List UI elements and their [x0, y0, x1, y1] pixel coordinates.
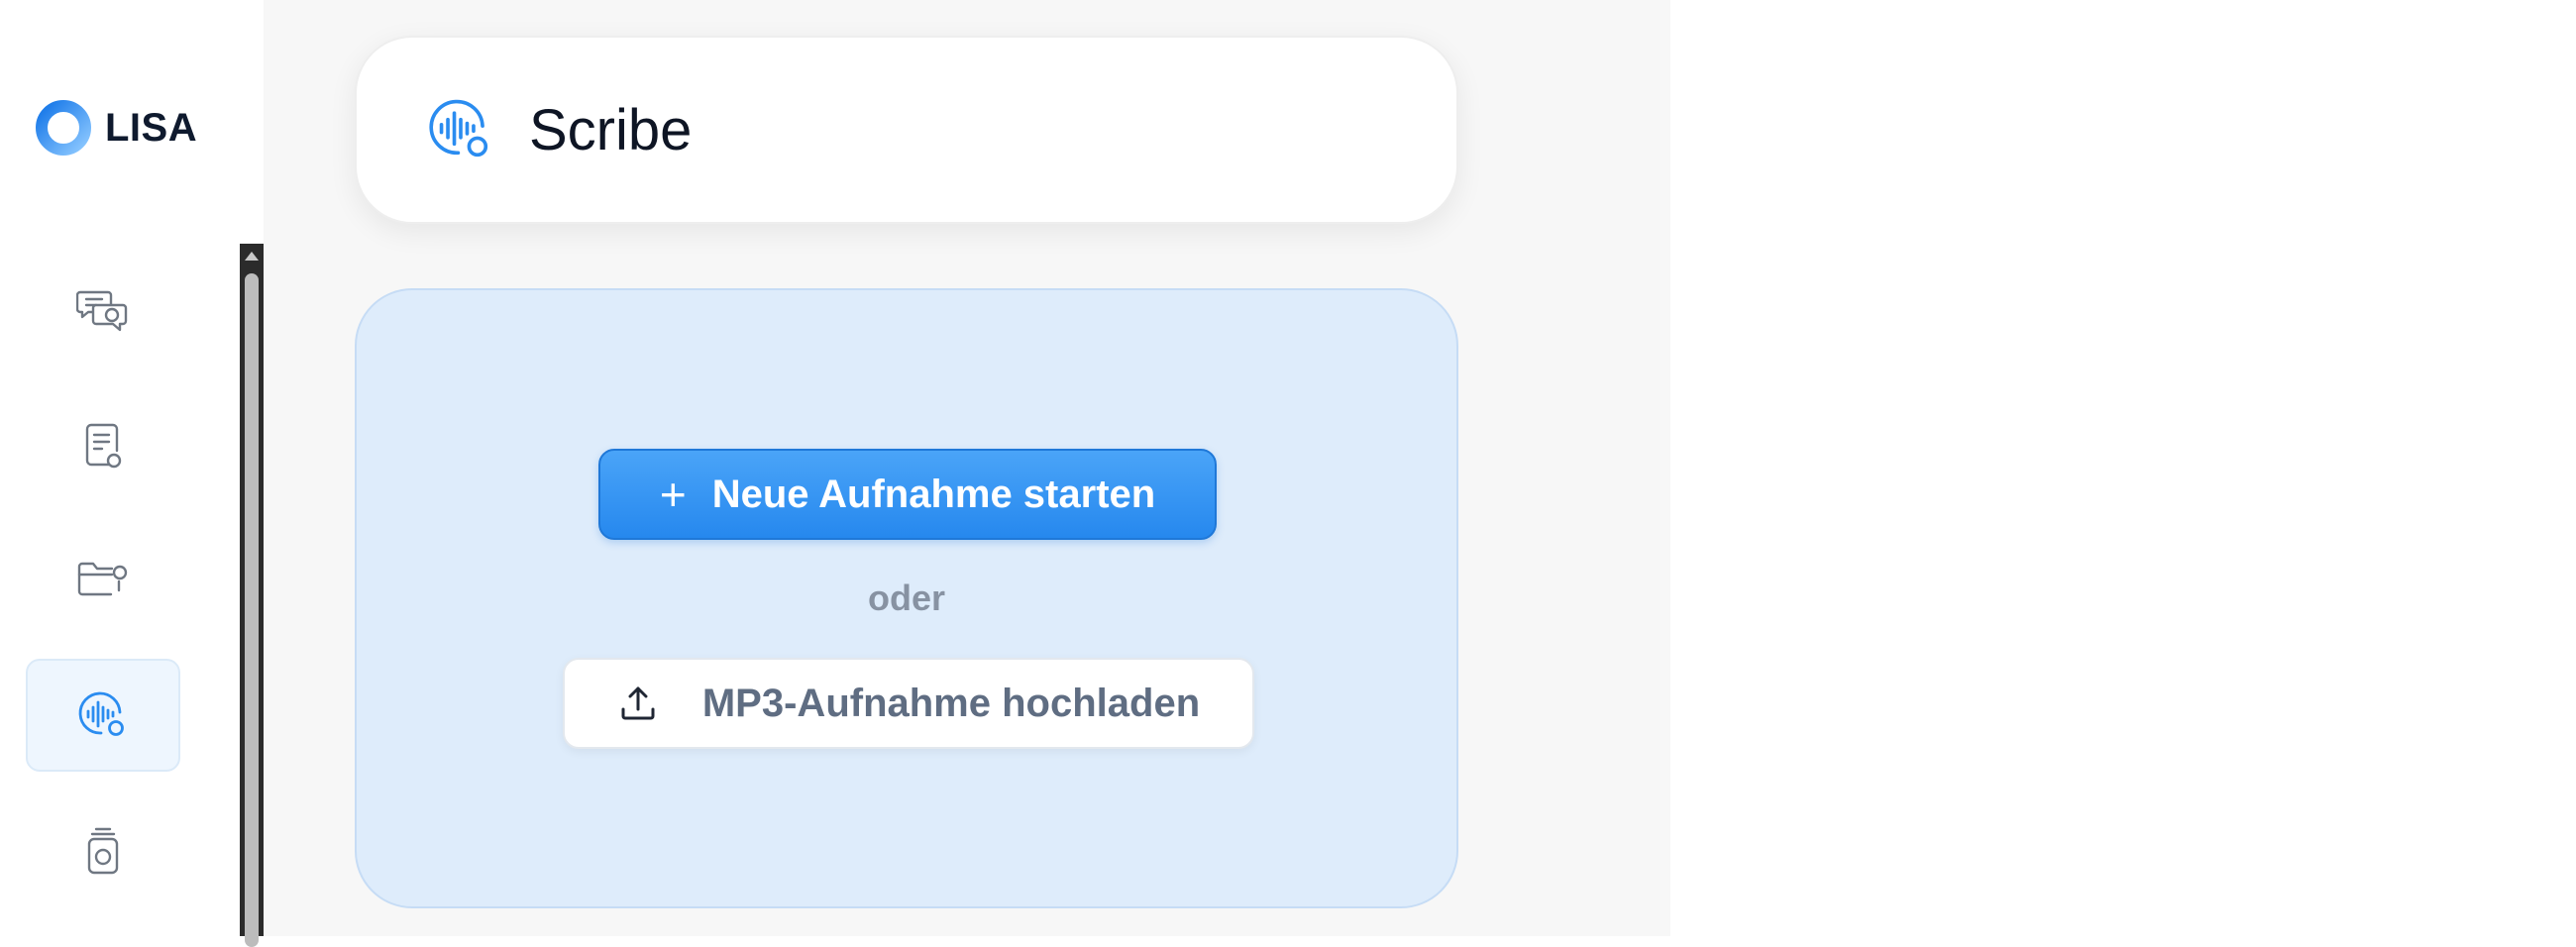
app-name: LISA	[105, 105, 198, 150]
upload-icon	[621, 686, 655, 720]
scroll-up-arrow-icon[interactable]	[245, 252, 259, 261]
sidebar-item-documents[interactable]	[26, 389, 180, 502]
folder-settings-icon	[77, 562, 128, 596]
start-recording-label: Neue Aufnahme starten	[711, 472, 1156, 516]
or-separator: oder	[867, 578, 945, 618]
scroll-thumb[interactable]	[245, 273, 259, 947]
sidebar-item-folders[interactable]	[26, 523, 180, 636]
audio-waveform-icon	[429, 99, 488, 158]
recording-upload-panel: + Neue Aufnahme starten oder MP3-Aufnahm…	[355, 288, 1458, 908]
sidebar-item-scribe[interactable]	[26, 659, 180, 772]
chat-bubbles-icon	[76, 290, 128, 332]
upload-mp3-label: MP3-Aufnahme hochladen	[701, 681, 1201, 725]
device-stack-icon	[87, 827, 119, 875]
document-settings-icon	[85, 423, 122, 469]
page-header: Scribe	[355, 36, 1458, 224]
start-recording-button[interactable]: + Neue Aufnahme starten	[598, 449, 1217, 540]
page-title: Scribe	[529, 97, 693, 162]
app-logo[interactable]: LISA	[34, 96, 197, 159]
plus-icon: +	[659, 469, 687, 520]
sidebar-item-assistant[interactable]	[26, 795, 180, 908]
ring-logo-icon	[36, 100, 91, 156]
main-content: Scribe + Neue Aufnahme starten oder MP3-…	[264, 0, 1670, 936]
audio-waveform-icon	[78, 691, 124, 736]
sidebar-item-chat[interactable]	[26, 256, 180, 368]
upload-mp3-button[interactable]: MP3-Aufnahme hochladen	[563, 658, 1254, 749]
sidebar: LISA	[0, 0, 246, 936]
sidebar-scrollbar[interactable]	[240, 244, 264, 947]
